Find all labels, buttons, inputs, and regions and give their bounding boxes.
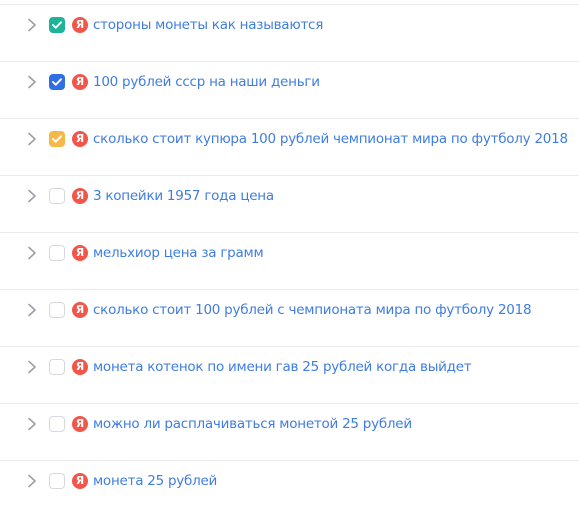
select-checkbox[interactable]	[49, 188, 65, 204]
chevron-right-icon[interactable]	[26, 74, 38, 90]
select-checkbox[interactable]	[49, 302, 65, 318]
query-link[interactable]: монета 25 рублей	[93, 472, 217, 490]
select-checkbox[interactable]	[49, 473, 65, 489]
query-link[interactable]: 100 рублей ссср на наши деньги	[93, 73, 320, 91]
query-link[interactable]: 3 копейки 1957 года цена	[93, 187, 274, 205]
chevron-right-icon[interactable]	[26, 359, 38, 375]
yandex-logo-icon: Я	[72, 74, 88, 90]
chevron-right-icon[interactable]	[26, 473, 38, 489]
list-item: Я 3 копейки 1957 года цена	[0, 176, 579, 233]
list-item: Я сколько стоит купюра 100 рублей чемпио…	[0, 119, 579, 176]
yandex-logo-icon: Я	[72, 473, 88, 489]
select-checkbox[interactable]	[49, 245, 65, 261]
yandex-logo-icon: Я	[72, 245, 88, 261]
query-list: Я стороны монеты как называются Я 100 ру…	[0, 0, 579, 514]
yandex-logo-icon: Я	[72, 17, 88, 33]
yandex-logo-icon: Я	[72, 188, 88, 204]
yandex-logo-icon: Я	[72, 359, 88, 375]
select-checkbox[interactable]	[49, 17, 65, 33]
list-item: Я монета 25 рублей	[0, 461, 579, 514]
query-link[interactable]: сколько стоит купюра 100 рублей чемпиона…	[93, 130, 568, 148]
chevron-right-icon[interactable]	[26, 188, 38, 204]
query-link[interactable]: стороны монеты как называются	[93, 16, 323, 34]
checkmark-icon	[52, 135, 62, 143]
select-checkbox[interactable]	[49, 131, 65, 147]
query-link[interactable]: можно ли расплачиваться монетой 25 рубле…	[93, 415, 412, 433]
chevron-right-icon[interactable]	[26, 131, 38, 147]
select-checkbox[interactable]	[49, 74, 65, 90]
chevron-right-icon[interactable]	[26, 245, 38, 261]
list-item: Я 100 рублей ссср на наши деньги	[0, 62, 579, 119]
chevron-right-icon[interactable]	[26, 17, 38, 33]
query-link[interactable]: мельхиор цена за грамм	[93, 244, 264, 262]
chevron-right-icon[interactable]	[26, 416, 38, 432]
list-item: Я сколько стоит 100 рублей с чемпионата …	[0, 290, 579, 347]
list-item: Я можно ли расплачиваться монетой 25 руб…	[0, 404, 579, 461]
list-item: Я мельхиор цена за грамм	[0, 233, 579, 290]
query-link[interactable]: сколько стоит 100 рублей с чемпионата ми…	[93, 301, 532, 319]
checkmark-icon	[52, 21, 62, 29]
query-link[interactable]: монета котенок по имени гав 25 рублей ко…	[93, 358, 472, 376]
select-checkbox[interactable]	[49, 416, 65, 432]
list-item: Я монета котенок по имени гав 25 рублей …	[0, 347, 579, 404]
checkmark-icon	[52, 78, 62, 86]
list-item: Я стороны монеты как называются	[0, 5, 579, 62]
yandex-logo-icon: Я	[72, 302, 88, 318]
chevron-right-icon[interactable]	[26, 302, 38, 318]
select-checkbox[interactable]	[49, 359, 65, 375]
yandex-logo-icon: Я	[72, 416, 88, 432]
yandex-logo-icon: Я	[72, 131, 88, 147]
